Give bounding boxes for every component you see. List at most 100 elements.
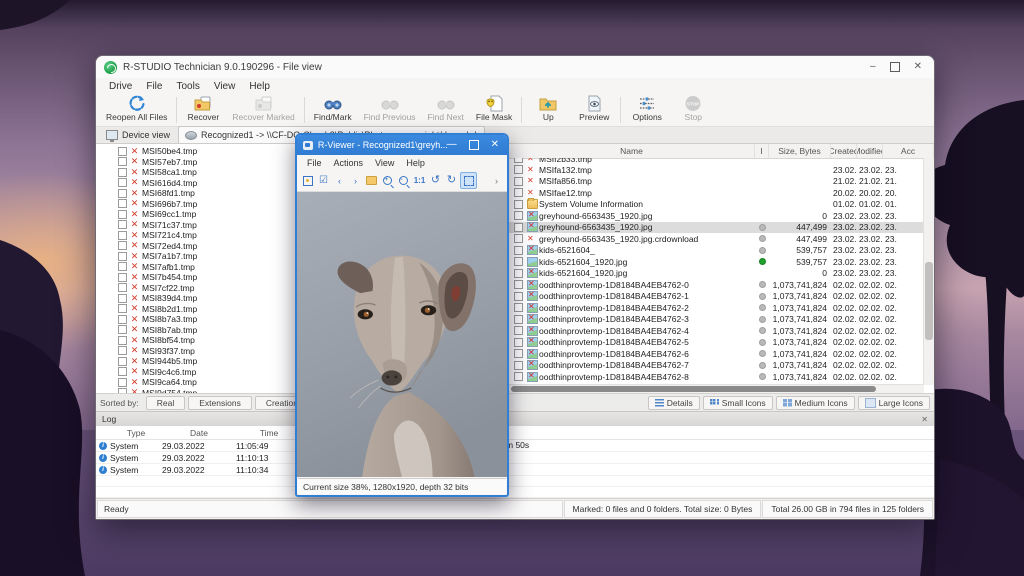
- checkbox[interactable]: [514, 326, 523, 335]
- viewer-actual-size-button[interactable]: 1:1: [412, 173, 427, 188]
- viewer-rotate-right-button[interactable]: ↻: [444, 173, 459, 188]
- checkbox[interactable]: [514, 338, 523, 347]
- find-mark-button[interactable]: Find/Mark: [308, 94, 358, 126]
- table-row[interactable]: kids-6521604_1920.jpg 539,757 23.02... 2…: [509, 256, 924, 268]
- table-row[interactable]: oodthinprovtemp-1D8184BA4EB4762-1 1,073,…: [509, 291, 924, 303]
- viewer-rotate-left-button[interactable]: ↺: [428, 173, 443, 188]
- recover-marked-button[interactable]: Recover Marked: [226, 94, 300, 126]
- checkbox[interactable]: [514, 200, 523, 209]
- table-row[interactable]: MSIfae12.tmp 20.02... 20.02... 20.: [509, 187, 924, 199]
- menu-tools[interactable]: Tools: [169, 80, 206, 93]
- checkbox[interactable]: [514, 303, 523, 312]
- table-row[interactable]: oodthinprovtemp-1D8184BA4EB4762-8 1,073,…: [509, 371, 924, 383]
- table-row[interactable]: oodthinprovtemp-1D8184BA4EB4762-5 1,073,…: [509, 337, 924, 349]
- viewer-recover-button[interactable]: [300, 173, 315, 188]
- checkbox[interactable]: [514, 158, 523, 163]
- table-row[interactable]: MSIfa856.tmp 21.02... 21.02... 21.: [509, 176, 924, 188]
- table-row[interactable]: oodthinprovtemp-1D8184BA4EB4762-2 1,073,…: [509, 302, 924, 314]
- menu-help[interactable]: Help: [242, 80, 277, 93]
- table-row[interactable]: oodthinprovtemp-1D8184BA4EB4762-0 1,073,…: [509, 279, 924, 291]
- log-column-type[interactable]: Type: [110, 428, 162, 438]
- checkbox[interactable]: [118, 325, 127, 334]
- find-previous-button[interactable]: Find Previous: [358, 94, 422, 126]
- checkbox[interactable]: [118, 304, 127, 313]
- maximize-icon[interactable]: [890, 62, 900, 72]
- checkbox[interactable]: [514, 211, 523, 220]
- viewer-image-area[interactable]: [297, 192, 507, 477]
- medium-icons-view-button[interactable]: Medium Icons: [776, 396, 855, 410]
- checkbox[interactable]: [118, 168, 127, 177]
- checkbox[interactable]: [514, 372, 523, 381]
- viewer-menu-view[interactable]: View: [369, 158, 400, 168]
- viewer-previous-file-button[interactable]: ‹: [332, 173, 347, 188]
- recover-button[interactable]: Recover: [180, 94, 226, 126]
- table-row[interactable]: System Volume Information 01.02... 01.02…: [509, 199, 924, 211]
- checkbox[interactable]: [118, 336, 127, 345]
- viewer-title-bar[interactable]: R-Viewer - Recognized1\greyh... — ✕: [297, 135, 507, 155]
- table-row[interactable]: greyhound-6563435_1920.jpg 0 23.02... 23…: [509, 210, 924, 222]
- checkbox[interactable]: [118, 273, 127, 282]
- sort-tab-real[interactable]: Real: [146, 396, 185, 410]
- checkbox[interactable]: [514, 246, 523, 255]
- log-close-icon[interactable]: ✕: [921, 415, 928, 424]
- checkbox[interactable]: [514, 223, 523, 232]
- log-row[interactable]: i System 29.03.2022 11:05:49 Scan has be…: [96, 440, 934, 452]
- stop-button[interactable]: STOP Stop: [670, 94, 716, 126]
- viewer-mark-button[interactable]: ☑: [316, 173, 331, 188]
- column-size[interactable]: Size, Bytes: [769, 144, 831, 158]
- checkbox[interactable]: [118, 262, 127, 271]
- close-icon[interactable]: ✕: [914, 62, 922, 72]
- log-column-date[interactable]: Date: [162, 428, 236, 438]
- large-icons-view-button[interactable]: Large Icons: [858, 396, 930, 410]
- checkbox[interactable]: [514, 280, 523, 289]
- viewer-zoom-in-button[interactable]: +: [380, 173, 395, 188]
- checkbox[interactable]: [118, 189, 127, 198]
- list-header[interactable]: Name I Size, Bytes Created Modified Acc: [509, 144, 934, 159]
- table-row[interactable]: oodthinprovtemp-1D8184BA4EB4762-6 1,073,…: [509, 348, 924, 360]
- checkbox[interactable]: [118, 252, 127, 261]
- checkbox[interactable]: [118, 157, 127, 166]
- sort-tab-extensions[interactable]: Extensions: [188, 396, 252, 410]
- scrollbar-thumb[interactable]: [511, 386, 876, 392]
- checkbox[interactable]: [118, 210, 127, 219]
- checkbox[interactable]: [514, 292, 523, 301]
- checkbox[interactable]: [514, 188, 523, 197]
- file-mask-button[interactable]: File Mask: [470, 94, 518, 126]
- viewer-fit-to-window-button[interactable]: [460, 172, 477, 189]
- log-row[interactable]: i System 29.03.2022 11:10:34 File enumer…: [96, 464, 934, 476]
- log-column-time[interactable]: Time: [236, 428, 302, 438]
- viewer-menu-help[interactable]: Help: [400, 158, 431, 168]
- menu-file[interactable]: File: [139, 80, 169, 93]
- up-button[interactable]: Up: [525, 94, 571, 126]
- checkbox[interactable]: [118, 220, 127, 229]
- checkbox[interactable]: [118, 231, 127, 240]
- table-row[interactable]: oodthinprovtemp-1D8184BA4EB4762-7 1,073,…: [509, 360, 924, 372]
- column-modified[interactable]: Modified: [857, 144, 883, 158]
- checkbox[interactable]: [514, 165, 523, 174]
- reopen-all-files-button[interactable]: Reopen All Files: [100, 94, 173, 126]
- table-row[interactable]: greyhound-6563435_1920.jpg.crdownload 44…: [509, 233, 924, 245]
- log-row[interactable]: i System 29.03.2022 11:10:13 File enumer…: [96, 452, 934, 464]
- contents-panel[interactable]: Name I Size, Bytes Created Modified Acc …: [509, 144, 934, 393]
- table-row[interactable]: greyhound-6563435_1920.jpg 447,499 23.02…: [509, 222, 924, 234]
- checkbox[interactable]: [118, 178, 127, 187]
- checkbox[interactable]: [118, 357, 127, 366]
- viewer-zoom-out-button[interactable]: -: [396, 173, 411, 188]
- checkbox[interactable]: [514, 234, 523, 243]
- viewer-minimize-icon[interactable]: —: [447, 140, 457, 150]
- viewer-maximize-icon[interactable]: [469, 140, 479, 150]
- table-row[interactable]: kids-6521604_1920.jpg 0 23.02... 23.02..…: [509, 268, 924, 280]
- column-info[interactable]: I: [755, 144, 769, 158]
- checkbox[interactable]: [514, 257, 523, 266]
- checkbox[interactable]: [118, 241, 127, 250]
- checkbox[interactable]: [118, 147, 127, 156]
- table-row[interactable]: oodthinprovtemp-1D8184BA4EB4762-4 1,073,…: [509, 325, 924, 337]
- viewer-next-file-button[interactable]: ›: [348, 173, 363, 188]
- menu-drive[interactable]: Drive: [102, 80, 139, 93]
- checkbox[interactable]: [118, 294, 127, 303]
- viewer-menu-actions[interactable]: Actions: [328, 158, 370, 168]
- table-row[interactable]: kids-6521604_ 539,757 23.02... 23.02... …: [509, 245, 924, 257]
- horizontal-scrollbar[interactable]: [509, 384, 924, 393]
- viewer-menu-file[interactable]: File: [301, 158, 328, 168]
- table-row[interactable]: MSIfa132.tmp 23.02... 23.02... 23.: [509, 164, 924, 176]
